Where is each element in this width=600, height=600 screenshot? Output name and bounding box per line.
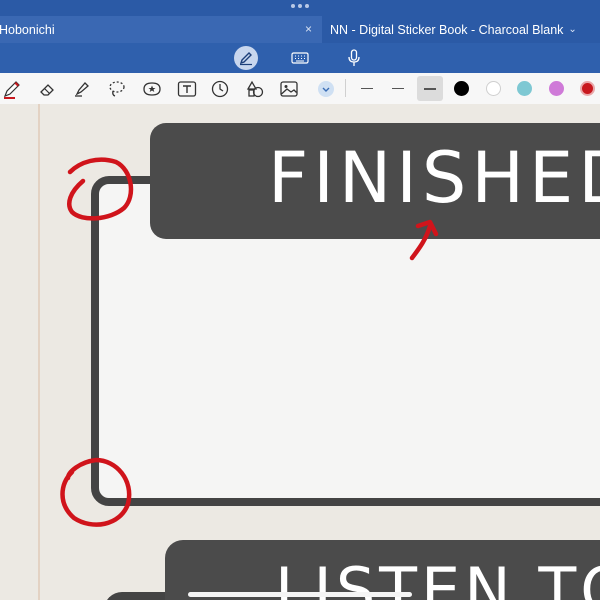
sticker-icon: [143, 82, 161, 96]
highlighter-tool[interactable]: [70, 77, 94, 101]
text-box-icon: [177, 81, 197, 97]
window-grabber[interactable]: [0, 0, 600, 16]
tab-hobonichi[interactable]: Hobonichi ×: [0, 16, 322, 43]
handwritten-annotations: [60, 157, 439, 527]
microphone-mode-button[interactable]: [342, 46, 366, 70]
annotation-circle-top: [67, 157, 134, 221]
color-purple[interactable]: [549, 81, 564, 96]
tab-label: NN - Digital Sticker Book - Charcoal Bla…: [330, 22, 564, 37]
annotation-circle-bottom: [60, 457, 132, 527]
shapes-tool[interactable]: [243, 77, 267, 101]
tab-bar: Hobonichi × NN - Digital Sticker Book - …: [0, 16, 600, 43]
color-red[interactable]: [580, 81, 595, 96]
clock-tool[interactable]: [208, 77, 232, 101]
notebook-page[interactable]: FINISHED LISTEN TO: [0, 104, 600, 600]
microphone-icon: [348, 49, 360, 66]
eraser-tool[interactable]: [35, 77, 59, 101]
line-width-medium[interactable]: [385, 76, 411, 101]
color-teal[interactable]: [517, 81, 532, 96]
drawing-toolbar: [0, 73, 600, 105]
color-black[interactable]: [454, 81, 469, 96]
sticker-tool[interactable]: [140, 77, 164, 101]
chevron-down-icon: [318, 81, 334, 97]
image-icon: [280, 81, 298, 97]
line-width-thin[interactable]: [354, 76, 380, 101]
pen-icon: [3, 81, 20, 99]
text-box-tool[interactable]: [175, 77, 199, 101]
tab-label: Hobonichi: [0, 22, 55, 37]
tab-sticker-book[interactable]: NN - Digital Sticker Book - Charcoal Bla…: [322, 16, 600, 43]
more-indicator[interactable]: [291, 4, 309, 8]
keyboard-icon: [291, 52, 309, 64]
close-icon[interactable]: ×: [305, 22, 312, 36]
color-white[interactable]: [486, 81, 501, 96]
pen-icon: [239, 52, 252, 66]
shapes-icon: [246, 80, 264, 98]
chevron-down-icon[interactable]: ⌄: [568, 24, 576, 35]
pen-tool[interactable]: [0, 77, 24, 101]
annotation-arrow: [409, 219, 439, 261]
lasso-icon: [109, 81, 125, 97]
keyboard-mode-button[interactable]: [288, 46, 312, 70]
pen-mode-button[interactable]: [234, 46, 258, 70]
image-tool[interactable]: [277, 77, 301, 101]
eraser-icon: [40, 84, 54, 96]
highlighter-icon: [75, 82, 89, 97]
clock-icon: [211, 80, 229, 98]
more-tools-button[interactable]: [314, 77, 338, 101]
toolbar-divider: [345, 79, 346, 97]
line-width-thick[interactable]: [417, 76, 443, 101]
input-mode-bar: [0, 43, 600, 73]
lasso-tool[interactable]: [105, 77, 129, 101]
